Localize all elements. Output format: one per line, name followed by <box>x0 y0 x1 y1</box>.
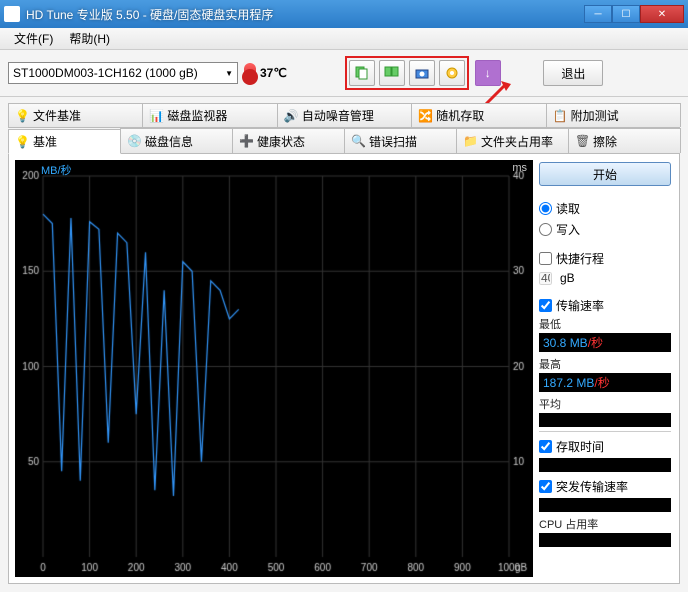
app-icon <box>4 6 20 22</box>
access-time-readout <box>539 458 671 472</box>
drive-label: ST1000DM003-1CH162 (1000 gB) <box>13 66 198 80</box>
tab-icon: 💿 <box>127 134 141 148</box>
thermometer-icon <box>244 63 256 83</box>
burst-rate-readout <box>539 498 671 512</box>
tab-4-row2[interactable]: 📁文件夹占用率 <box>456 128 569 153</box>
tab-1-row1[interactable]: 📊磁盘监视器 <box>142 103 277 127</box>
benchmark-chart: MB/秒 ms <box>15 160 533 577</box>
tab-icon: 📁 <box>463 134 477 148</box>
settings-button[interactable] <box>439 60 465 86</box>
fast-stroke-value[interactable] <box>539 272 552 285</box>
temperature-display: 37℃ <box>244 63 287 83</box>
avg-label: 平均 <box>539 396 671 412</box>
tab-5-row2[interactable]: 🗑擦除 <box>568 128 681 153</box>
menu-help[interactable]: 帮助(H) <box>61 28 118 49</box>
tab-icon: ➕ <box>239 134 253 148</box>
tab-icon: 📊 <box>149 109 163 123</box>
avg-readout <box>539 413 671 427</box>
toolbar-icon-group <box>345 56 469 90</box>
chart-ylabel-left: MB/秒 <box>41 162 72 178</box>
tab-icon: 📋 <box>553 109 567 123</box>
temperature-value: 37℃ <box>260 66 287 80</box>
drive-select[interactable]: ST1000DM003-1CH162 (1000 gB) ▼ <box>8 62 238 84</box>
close-button[interactable]: ✕ <box>640 5 684 23</box>
tab-3-row2[interactable]: 🔍错误扫描 <box>344 128 457 153</box>
write-radio[interactable]: 写入 <box>539 219 671 240</box>
copy-all-button[interactable] <box>379 60 405 86</box>
maximize-button[interactable]: ☐ <box>612 5 640 23</box>
min-readout: 30.8 MB/秒 <box>539 333 671 352</box>
tab-2-row1[interactable]: 🔊自动噪音管理 <box>277 103 412 127</box>
screenshot-button[interactable] <box>409 60 435 86</box>
cpu-usage-label: CPU 占用率 <box>539 516 671 532</box>
tab-icon: 💡 <box>15 109 29 123</box>
tab-1-row2[interactable]: 💿磁盘信息 <box>120 128 233 153</box>
cpu-usage-readout <box>539 533 671 547</box>
tab-icon: 💡 <box>15 135 29 149</box>
tab-icon: 🔀 <box>418 109 432 123</box>
max-readout: 187.2 MB/秒 <box>539 373 671 392</box>
burst-rate-check[interactable]: 突发传输速率 <box>539 476 671 497</box>
copy-info-button[interactable] <box>349 60 375 86</box>
window-title: HD Tune 专业版 5.50 - 硬盘/固态硬盘实用程序 <box>26 6 584 23</box>
tab-3-row1[interactable]: 🔀随机存取 <box>411 103 546 127</box>
tab-icon: 🔊 <box>284 109 298 123</box>
chart-ylabel-right: ms <box>512 162 527 174</box>
tab-0-row2[interactable]: 💡基准 <box>8 129 121 154</box>
fast-stroke-check[interactable]: 快捷行程 <box>539 248 671 269</box>
start-button[interactable]: 开始 <box>539 162 671 186</box>
min-label: 最低 <box>539 316 671 332</box>
read-radio[interactable]: 读取 <box>539 198 671 219</box>
tab-4-row1[interactable]: 📋附加测试 <box>546 103 681 127</box>
tab-2-row2[interactable]: ➕健康状态 <box>232 128 345 153</box>
tab-icon: 🔍 <box>351 134 365 148</box>
menu-file[interactable]: 文件(F) <box>6 28 61 49</box>
tab-icon: 🗑 <box>575 134 589 148</box>
minimize-button[interactable]: ─ <box>584 5 612 23</box>
save-button[interactable]: ↓ <box>475 60 501 86</box>
chevron-down-icon: ▼ <box>225 69 233 78</box>
exit-button[interactable]: 退出 <box>543 60 603 86</box>
access-time-check[interactable]: 存取时间 <box>539 436 671 457</box>
max-label: 最高 <box>539 356 671 372</box>
transfer-rate-check[interactable]: 传输速率 <box>539 295 671 316</box>
tab-0-row1[interactable]: 💡文件基准 <box>8 103 143 127</box>
